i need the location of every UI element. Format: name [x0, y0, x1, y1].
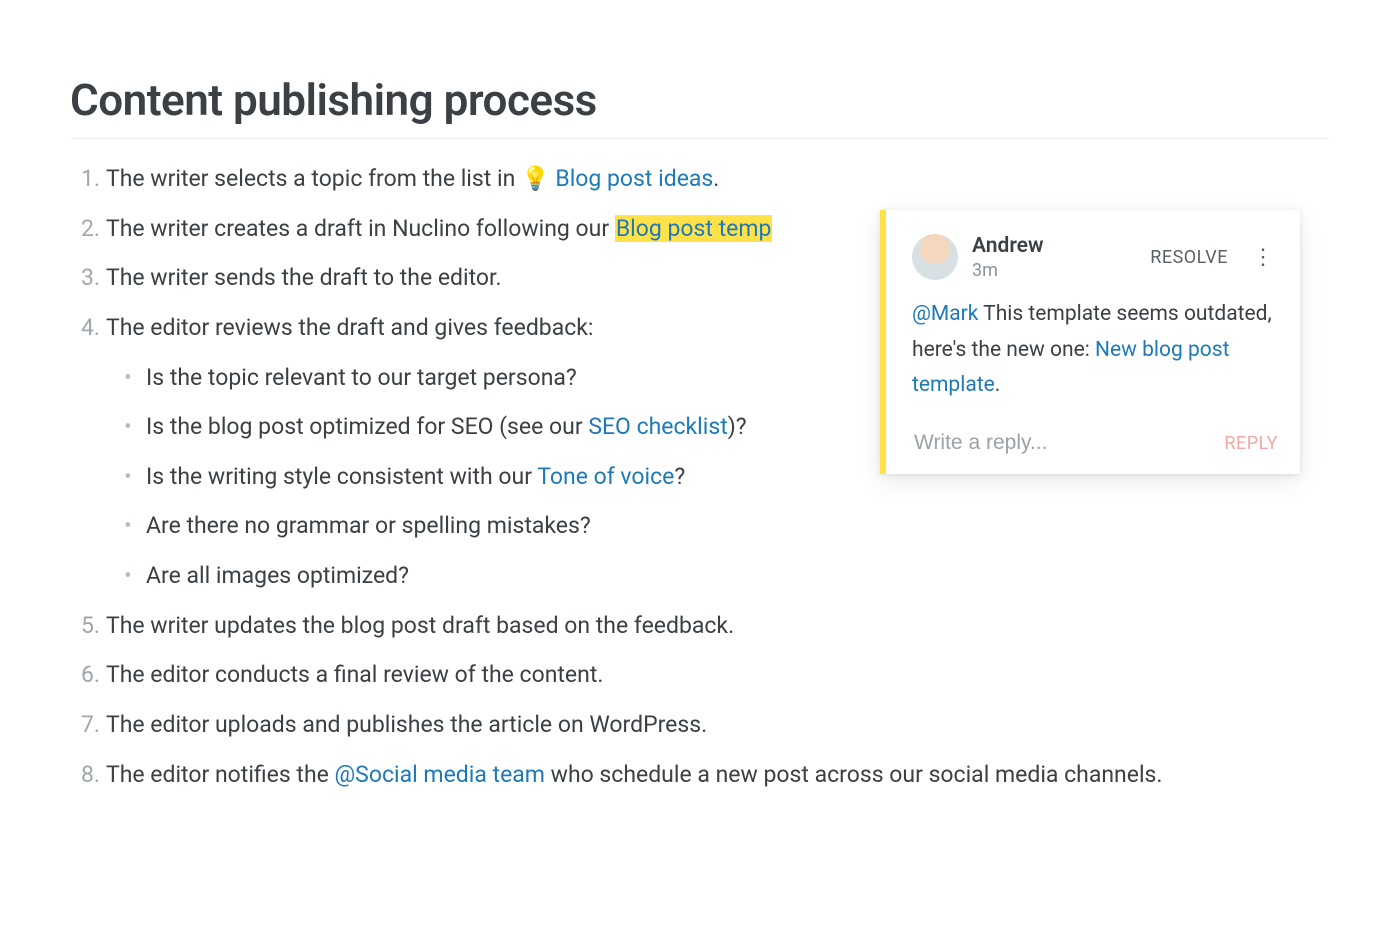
list-text: The editor uploads and publishes the art…	[106, 711, 707, 738]
list-text: The editor conducts a final review of th…	[106, 661, 603, 688]
avatar[interactable]	[912, 234, 958, 280]
list-text: The writer sends the draft to the editor…	[106, 264, 502, 291]
comment-text: .	[995, 373, 1001, 397]
more-icon[interactable]: ⋮	[1248, 247, 1278, 269]
list-item[interactable]: The writer updates the blog post draft b…	[104, 608, 1330, 644]
list-text: ?	[674, 463, 685, 490]
reply-button[interactable]: REPLY	[1224, 433, 1278, 454]
highlighted-text[interactable]: Blog post temp	[615, 215, 773, 242]
blog-post-template-link[interactable]: Blog post temp	[616, 215, 772, 242]
list-text: Is the blog post optimized for SEO (see …	[146, 413, 588, 440]
list-text: Are there no grammar or spelling mistake…	[146, 512, 591, 539]
page-title: Content publishing process	[70, 74, 1330, 139]
social-media-team-mention[interactable]: @Social media team	[335, 761, 545, 788]
reply-row: REPLY	[912, 430, 1278, 456]
comment-card: Andrew 3m RESOLVE ⋮ @Mark This template …	[880, 210, 1300, 474]
seo-checklist-link[interactable]: SEO checklist	[588, 413, 727, 440]
list-item[interactable]: The writer selects a topic from the list…	[104, 161, 1330, 197]
reply-input[interactable]	[912, 430, 1214, 456]
list-text: The editor reviews the draft and gives f…	[106, 314, 593, 341]
list-item[interactable]: Are all images optimized?	[146, 558, 1330, 594]
resolve-button[interactable]: RESOLVE	[1150, 247, 1228, 268]
list-item[interactable]: The editor notifies the @Social media te…	[104, 757, 1330, 793]
comment-time: 3m	[972, 260, 1136, 281]
list-text: who schedule a new post across our socia…	[545, 761, 1163, 788]
list-text: Are all images optimized?	[146, 562, 409, 589]
list-text: .	[713, 165, 719, 192]
list-text: Is the topic relevant to our target pers…	[146, 364, 577, 391]
list-item[interactable]: Are there no grammar or spelling mistake…	[146, 508, 1330, 544]
mark-mention[interactable]: @Mark	[912, 302, 978, 326]
list-text: )?	[728, 413, 747, 440]
list-text: Is the writing style consistent with our	[146, 463, 537, 490]
author-block: Andrew 3m	[972, 234, 1136, 281]
list-text: The writer creates a draft in Nuclino fo…	[106, 215, 615, 242]
comment-header: Andrew 3m RESOLVE ⋮	[912, 234, 1278, 281]
list-item[interactable]: The editor uploads and publishes the art…	[104, 707, 1330, 743]
tone-of-voice-link[interactable]: Tone of voice	[537, 463, 674, 490]
list-text: The editor notifies the	[106, 761, 335, 788]
list-item[interactable]: The editor conducts a final review of th…	[104, 657, 1330, 693]
lightbulb-icon: 💡	[521, 165, 550, 192]
comment-body: @Mark This template seems outdated, here…	[912, 297, 1278, 404]
list-text: The writer selects a topic from the list…	[106, 165, 521, 192]
document-page: Content publishing process The writer se…	[0, 0, 1400, 846]
comment-author: Andrew	[972, 234, 1136, 258]
blog-post-ideas-link[interactable]: Blog post ideas	[555, 165, 713, 192]
list-text: The writer updates the blog post draft b…	[106, 612, 734, 639]
